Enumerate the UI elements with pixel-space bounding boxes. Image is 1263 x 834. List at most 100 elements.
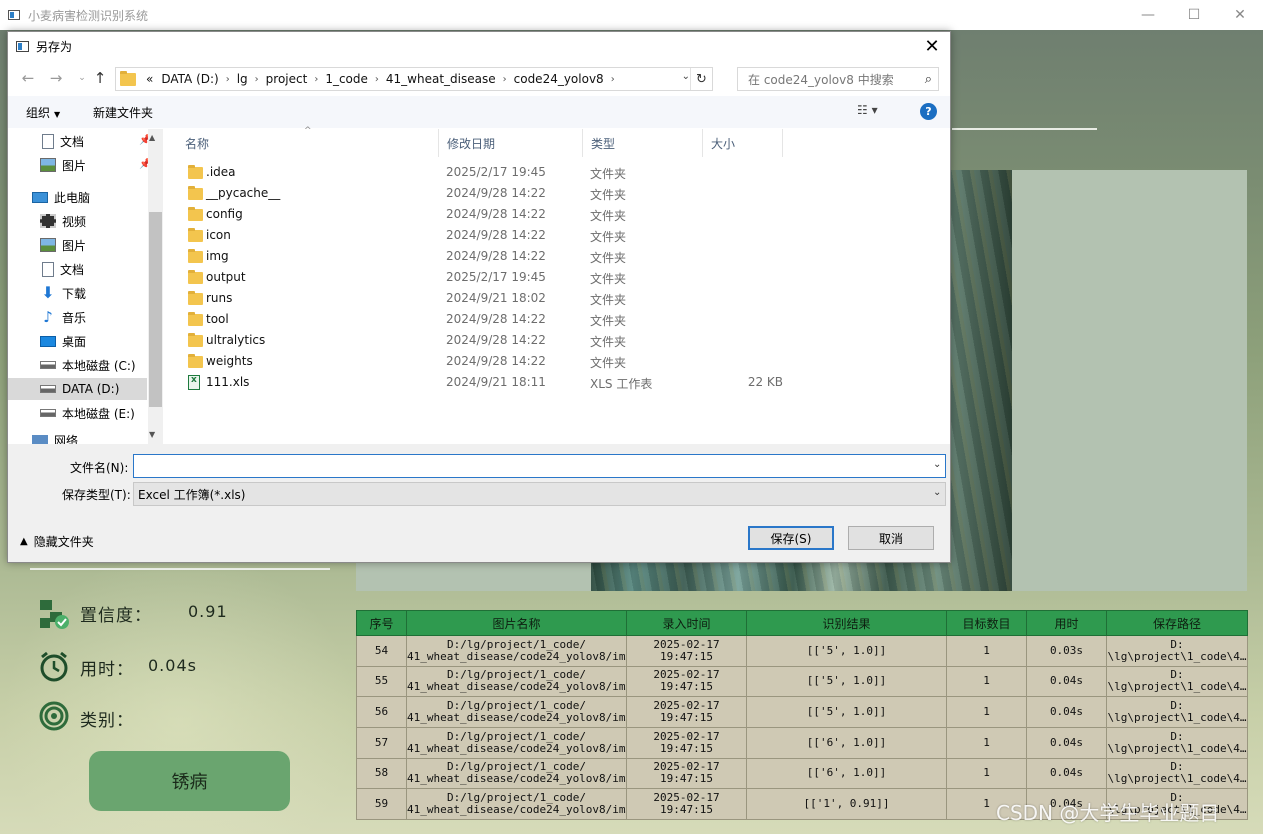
file-row-folder[interactable]: __pycache__ 2024/9/28 14:22 文件夹 <box>177 183 797 204</box>
file-row-folder[interactable]: output 2025/2/17 19:45 文件夹 <box>177 267 797 288</box>
breadcrumb-item[interactable]: DATA (D:) <box>161 72 218 86</box>
refresh-icon[interactable]: ↻ <box>690 68 712 90</box>
chevron-down-icon[interactable]: ⌄ <box>682 71 690 82</box>
file-row-folder[interactable]: ultralytics 2024/9/28 14:22 文件夹 <box>177 330 797 351</box>
app-titlebar: 小麦病害检测识别系统 — ☐ ✕ <box>0 0 1263 30</box>
save-button[interactable]: 保存(S) <box>748 526 834 550</box>
sidebar-item-network[interactable]: 网络 <box>32 429 78 444</box>
breadcrumb-item[interactable]: project <box>266 72 308 86</box>
record-time-cell: 2025-02-17 19:47:15 <box>626 635 747 667</box>
hide-folders-toggle[interactable]: ▲ 隐藏文件夹 <box>20 533 94 550</box>
document-icon <box>42 133 54 149</box>
column-header-date[interactable]: 修改日期 <box>439 129 583 157</box>
sidebar-item-pictures-pinned[interactable]: 图片 <box>40 154 86 176</box>
sidebar-item-label: 图片 <box>62 158 87 173</box>
sidebar-item-this-pc[interactable]: 此电脑 <box>32 186 90 208</box>
column-header[interactable]: 序号 <box>356 610 407 636</box>
file-row-folder[interactable]: icon 2024/9/28 14:22 文件夹 <box>177 225 797 246</box>
dialog-titlebar: 另存为 ✕ <box>8 32 950 60</box>
column-header-size[interactable]: 大小 <box>703 129 783 157</box>
column-header[interactable]: 图片名称 <box>406 610 627 636</box>
row-id: 57 <box>356 726 407 759</box>
close-button[interactable]: ✕ <box>1217 0 1263 30</box>
column-header[interactable]: 录入时间 <box>626 610 747 636</box>
save-path-cell: D: \lg\project\1_code\4… <box>1106 696 1248 728</box>
table-row[interactable]: 57 D:/lg/project/1_code/41_wheat_disease… <box>356 726 1248 759</box>
chevron-right-icon[interactable]: › <box>226 74 230 85</box>
breadcrumb-item[interactable]: 41_wheat_disease <box>386 72 496 86</box>
organize-button[interactable]: 组织 ▼ <box>26 104 60 121</box>
sidebar-item-documents[interactable]: 文档 <box>40 258 84 280</box>
navigation-pane: 文档 📌 图片 📌 此电脑 视频 图片 文档 ⬇ 下载 ♪ 音乐 桌面 本地磁盘… <box>8 129 163 444</box>
file-name: config <box>206 207 243 221</box>
up-arrow-icon[interactable]: ↑ <box>90 68 110 88</box>
dialog-close-button[interactable]: ✕ <box>918 34 946 58</box>
maximize-button[interactable]: ☐ <box>1171 0 1217 30</box>
search-icon[interactable]: ⌕ <box>925 72 932 87</box>
result-cell: [['6', 1.0]] <box>746 757 947 790</box>
result-cell: [['1', 0.91]] <box>746 788 947 820</box>
column-header-type[interactable]: 类型 <box>583 129 703 157</box>
file-row-folder[interactable]: img 2024/9/28 14:22 文件夹 <box>177 246 797 267</box>
breadcrumb-item[interactable]: 1_code <box>325 72 368 86</box>
cancel-button[interactable]: 取消 <box>848 526 934 550</box>
sidebar-item-drive-e[interactable]: 本地磁盘 (E:) <box>40 402 135 424</box>
scroll-down-icon[interactable]: ▼ <box>149 430 155 439</box>
search-input[interactable]: 在 code24_yolov8 中搜索 ⌕ <box>737 67 939 91</box>
address-bar[interactable]: « DATA (D:) › lg › project › 1_code › 41… <box>115 67 713 91</box>
sidebar-item-label: 下载 <box>62 286 87 301</box>
breadcrumb-overflow[interactable]: « <box>146 72 153 86</box>
chevron-right-icon[interactable]: › <box>375 74 379 85</box>
sidebar-item-music[interactable]: ♪ 音乐 <box>40 306 86 328</box>
new-folder-button[interactable]: 新建文件夹 <box>93 104 153 121</box>
view-options-icon[interactable]: ☷ ▾ <box>857 103 878 117</box>
breadcrumb-item[interactable]: lg <box>237 72 248 86</box>
table-row[interactable]: 56 D:/lg/project/1_code/41_wheat_disease… <box>356 696 1248 728</box>
chevron-down-icon[interactable]: ⌄ <box>933 459 941 470</box>
sidebar-item-videos[interactable]: 视频 <box>40 210 86 232</box>
file-type: 文件夹 <box>590 167 627 181</box>
save-path-cell: D: \lg\project\1_code\4… <box>1106 665 1248 698</box>
back-arrow-icon[interactable]: ← <box>18 68 38 88</box>
file-row-xls[interactable]: 111.xls 2024/9/21 18:11 XLS 工作表 22 KB <box>177 372 797 393</box>
chevron-down-icon[interactable]: ⌄ <box>933 487 941 498</box>
file-date: 2024/9/28 14:22 <box>446 249 546 263</box>
column-header[interactable]: 保存路径 <box>1106 610 1248 636</box>
result-cell: [['5', 1.0]] <box>746 696 947 728</box>
file-row-folder[interactable]: config 2024/9/28 14:22 文件夹 <box>177 204 797 225</box>
recent-locations-icon[interactable]: ⌄ <box>72 68 92 88</box>
minimize-button[interactable]: — <box>1125 0 1171 30</box>
help-icon[interactable]: ? <box>920 103 937 120</box>
chevron-right-icon[interactable]: › <box>611 74 615 85</box>
table-row[interactable]: 58 D:/lg/project/1_code/41_wheat_disease… <box>356 757 1248 790</box>
sidebar-item-documents-pinned[interactable]: 文档 <box>40 130 84 152</box>
table-row[interactable]: 55 D:/lg/project/1_code/41_wheat_disease… <box>356 665 1248 698</box>
document-icon <box>42 261 54 277</box>
column-header[interactable]: 用时 <box>1026 610 1107 636</box>
save-path-cell: D: \lg\project\1_code\4… <box>1106 635 1248 667</box>
sidebar-item-desktop[interactable]: 桌面 <box>40 330 86 352</box>
column-header-name[interactable]: 名称 <box>177 129 439 157</box>
filetype-select[interactable]: Excel 工作簿(*.xls) <box>133 482 946 506</box>
sidebar-item-label: 音乐 <box>62 310 87 325</box>
scroll-up-icon[interactable]: ▲ <box>149 133 155 142</box>
chevron-right-icon[interactable]: › <box>314 74 318 85</box>
filename-field[interactable] <box>133 454 946 478</box>
column-header[interactable]: 识别结果 <box>746 610 947 636</box>
table-row[interactable]: 54 D:/lg/project/1_code/41_wheat_disease… <box>356 635 1248 667</box>
file-date: 2024/9/28 14:22 <box>446 186 546 200</box>
column-header[interactable]: 目标数目 <box>946 610 1027 636</box>
sidebar-scroll-thumb[interactable] <box>149 212 162 407</box>
file-row-folder[interactable]: .idea 2025/2/17 19:45 文件夹 <box>177 162 797 183</box>
file-row-folder[interactable]: tool 2024/9/28 14:22 文件夹 <box>177 309 797 330</box>
chevron-right-icon[interactable]: › <box>255 74 259 85</box>
file-row-folder[interactable]: runs 2024/9/21 18:02 文件夹 <box>177 288 797 309</box>
forward-arrow-icon[interactable]: → <box>46 68 66 88</box>
sidebar-item-pictures[interactable]: 图片 <box>40 234 86 256</box>
sidebar-item-drive-d[interactable]: DATA (D:) <box>40 378 119 400</box>
file-row-folder[interactable]: weights 2024/9/28 14:22 文件夹 <box>177 351 797 372</box>
chevron-right-icon[interactable]: › <box>503 74 507 85</box>
sidebar-item-downloads[interactable]: ⬇ 下载 <box>40 282 86 304</box>
breadcrumb-item[interactable]: code24_yolov8 <box>514 72 604 86</box>
sidebar-item-drive-c[interactable]: 本地磁盘 (C:) <box>40 354 136 376</box>
